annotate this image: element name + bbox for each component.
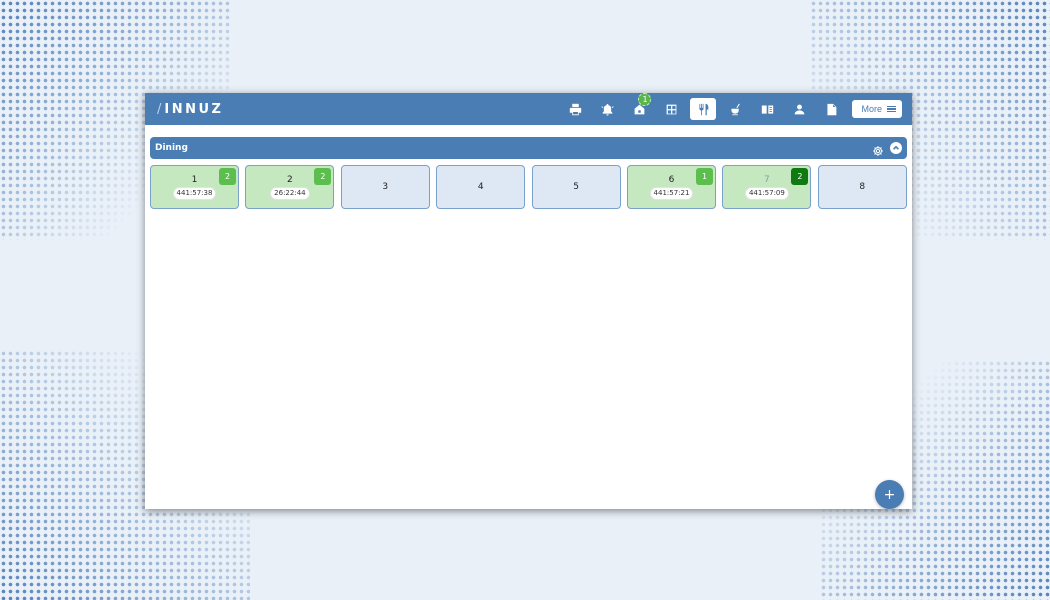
table-number: 7 xyxy=(764,174,770,185)
logo[interactable]: / INNUZ xyxy=(157,102,223,117)
table-timer: 441:57:38 xyxy=(172,186,217,200)
guest-count-badge: 1 xyxy=(696,168,713,185)
table-number: 6 xyxy=(668,174,675,185)
table-timer: 441:57:21 xyxy=(649,186,694,200)
grid-icon xyxy=(666,104,677,114)
menu-book-button[interactable] xyxy=(754,98,780,120)
hamburger-icon xyxy=(887,105,896,113)
table-card[interactable]: 8 xyxy=(817,165,907,209)
table-number: 5 xyxy=(573,181,579,192)
table-timer: 26:22:44 xyxy=(270,186,310,200)
table-number: 8 xyxy=(859,181,866,192)
document-icon xyxy=(827,103,837,115)
table-number: 3 xyxy=(382,181,389,192)
alarm-button[interactable] xyxy=(594,98,620,120)
guest-count-badge: 2 xyxy=(219,168,236,185)
table-card[interactable]: 3 xyxy=(340,165,430,209)
house-button[interactable]: 1 xyxy=(626,93,652,120)
toolbar: 1 More xyxy=(556,93,902,120)
table-number: 2 xyxy=(287,174,293,185)
fork-knife-icon xyxy=(699,103,709,115)
takeaway-button[interactable] xyxy=(722,98,748,120)
dining-button[interactable] xyxy=(690,98,717,120)
takeaway-icon xyxy=(731,103,740,115)
logo-mark: / xyxy=(157,101,162,117)
more-label: More xyxy=(861,104,882,114)
section-title: Dining xyxy=(155,143,188,153)
table-timer: 441:57:09 xyxy=(744,186,789,200)
section-header-dining: Dining xyxy=(150,137,907,159)
user-button[interactable] xyxy=(786,98,812,120)
add-button[interactable]: + xyxy=(875,480,904,509)
app-window: / INNUZ 1 More Dining 1 441:57:38 2 2 26… xyxy=(145,93,912,509)
printer-button[interactable] xyxy=(562,98,588,120)
printer-icon xyxy=(569,103,582,115)
top-bar: / INNUZ 1 More xyxy=(145,93,912,125)
table-card[interactable]: 7 441:57:09 2 xyxy=(722,165,812,209)
table-card[interactable]: 1 441:57:38 2 xyxy=(150,165,239,209)
notification-badge: 1 xyxy=(638,93,652,106)
table-card[interactable]: 4 xyxy=(436,165,526,209)
guest-count-badge: 2 xyxy=(791,168,809,185)
user-icon xyxy=(794,104,805,114)
collapse-button[interactable] xyxy=(890,142,902,154)
table-number: 4 xyxy=(477,181,484,192)
chevron-up-icon xyxy=(893,145,899,150)
tables-grid: 1 441:57:38 2 2 26:22:44 2 3 4 5 6 441:57:21 1 7 441:… xyxy=(150,165,907,210)
document-button[interactable] xyxy=(818,98,844,120)
alarm-bell-icon xyxy=(601,103,614,116)
logo-text: INNUZ xyxy=(164,101,224,117)
grid-button[interactable] xyxy=(658,98,684,120)
more-button[interactable]: More xyxy=(852,100,902,118)
table-card[interactable]: 2 26:22:44 2 xyxy=(245,165,335,209)
table-number: 1 xyxy=(191,174,198,185)
guest-count-badge: 2 xyxy=(314,168,332,185)
gear-icon[interactable] xyxy=(872,142,884,156)
menu-book-icon xyxy=(761,104,774,114)
table-card[interactable]: 6 441:57:21 1 xyxy=(627,165,716,209)
table-card[interactable]: 5 xyxy=(531,165,621,209)
